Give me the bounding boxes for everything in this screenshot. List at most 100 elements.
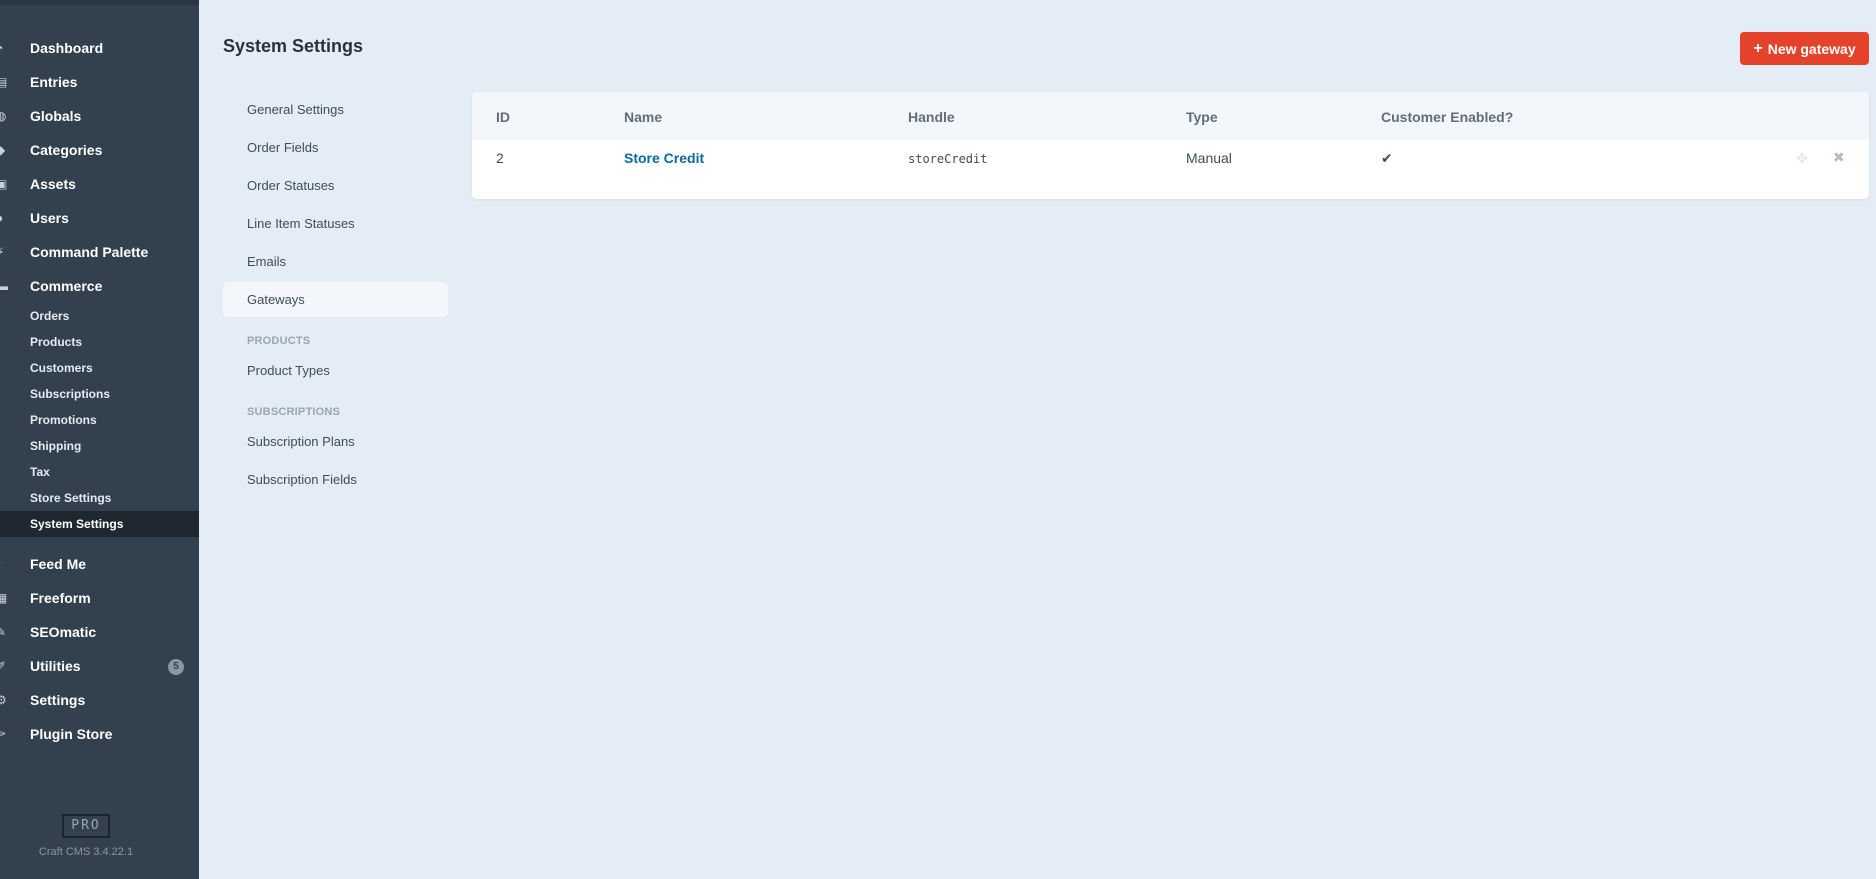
nav-item-globals[interactable]: ◍ Globals (0, 99, 199, 133)
nav-item-command-palette[interactable]: ⚡ Command Palette (0, 235, 199, 269)
nav-label: Feed Me (30, 556, 87, 572)
nav-label: Assets (30, 176, 76, 192)
nav-label: Command Palette (30, 244, 149, 260)
settings-link-label: Order Fields (247, 140, 319, 155)
nav-item-assets[interactable]: ▣ Assets (0, 167, 199, 201)
subnav-item-shipping[interactable]: Shipping (0, 433, 199, 459)
settings-link-order-statuses[interactable]: Order Statuses (223, 168, 448, 203)
nav-item-feed-me[interactable]: ◐ Feed Me (0, 547, 199, 581)
command-icon: ⚡ (0, 245, 5, 259)
nav-item-dashboard[interactable]: ◔ Dashboard (0, 31, 199, 65)
subnav-label: Tax (30, 465, 50, 479)
nav-label: Globals (30, 108, 82, 124)
nav-label: Categories (30, 142, 103, 158)
gateway-id: 2 (496, 150, 504, 166)
wrench-icon: ✐ (0, 659, 7, 673)
settings-heading-products: PRODUCTS (247, 335, 311, 347)
column-header-id[interactable]: ID (496, 109, 510, 125)
subnav-item-promotions[interactable]: Promotions (0, 407, 199, 433)
nav-label: Commerce (30, 278, 103, 294)
nav-label: Freeform (30, 590, 91, 606)
nav-label: Settings (30, 692, 86, 708)
settings-link-label: Subscription Plans (247, 434, 355, 449)
settings-link-order-fields[interactable]: Order Fields (223, 130, 448, 165)
nav-item-commerce[interactable]: ▬ Commerce (0, 269, 199, 303)
nav-label: Users (30, 210, 69, 226)
settings-link-subscription-plans[interactable]: Subscription Plans (223, 424, 448, 459)
nav-label: Utilities (30, 658, 81, 674)
column-header-customer-enabled[interactable]: Customer Enabled? (1381, 109, 1513, 125)
sidebar: ◔ Dashboard ▤ Entries ◍ Globals ◆ Catego… (0, 0, 199, 879)
subnav-item-tax[interactable]: Tax (0, 459, 199, 485)
seo-icon: ✎ (0, 625, 7, 639)
settings-link-label: Line Item Statuses (247, 216, 355, 231)
settings-link-line-item-statuses[interactable]: Line Item Statuses (223, 206, 448, 241)
column-header-type[interactable]: Type (1186, 109, 1218, 125)
gear-icon: ⚙ (0, 693, 7, 707)
settings-link-general[interactable]: General Settings (223, 92, 448, 127)
nav-item-freeform[interactable]: ▦ Freeform (0, 581, 199, 615)
categories-icon: ◆ (0, 143, 6, 157)
sidebar-top-bar (0, 0, 199, 5)
nav-item-users[interactable]: ● Users (0, 201, 199, 235)
edition-badge: PRO (62, 814, 110, 838)
gateway-type: Manual (1186, 150, 1232, 166)
plus-icon: + (1753, 39, 1763, 57)
gateways-table: ID Name Handle Type Customer Enabled? 2 … (472, 92, 1869, 199)
column-header-handle[interactable]: Handle (908, 109, 955, 125)
column-header-name[interactable]: Name (624, 109, 662, 125)
nav-label: Entries (30, 74, 78, 90)
nav-item-utilities[interactable]: ✐ Utilities 5 (0, 649, 199, 683)
subnav-label: Customers (30, 361, 93, 375)
subnav-label: Promotions (30, 413, 97, 427)
nav-item-entries[interactable]: ▤ Entries (0, 65, 199, 99)
nav-item-categories[interactable]: ◆ Categories (0, 133, 199, 167)
settings-link-emails[interactable]: Emails (223, 244, 448, 279)
nav-label: Plugin Store (30, 726, 113, 742)
subnav-label: System Settings (30, 517, 124, 531)
settings-link-label: Product Types (247, 363, 330, 378)
delete-icon[interactable]: ✖ (1833, 149, 1845, 166)
table-header: ID Name Handle Type Customer Enabled? (472, 92, 1869, 140)
nav-item-settings[interactable]: ⚙ Settings (0, 683, 199, 717)
users-icon: ● (0, 211, 8, 225)
subnav-label: Subscriptions (30, 387, 111, 401)
settings-link-label: Emails (247, 254, 287, 269)
entries-icon: ▤ (0, 75, 8, 89)
globe-icon: ◍ (0, 109, 7, 123)
new-gateway-button[interactable]: + New gateway (1740, 32, 1869, 65)
settings-link-label: General Settings (247, 102, 344, 117)
settings-link-label: Subscription Fields (247, 472, 357, 487)
image-icon: ▣ (0, 177, 8, 191)
new-gateway-label: New gateway (1767, 40, 1856, 57)
settings-link-gateways[interactable]: Gateways (223, 282, 448, 317)
subnav-item-system-settings[interactable]: System Settings (0, 511, 199, 537)
form-icon: ▦ (0, 591, 8, 605)
nav-label: Dashboard (30, 40, 104, 56)
plug-icon: ✑ (0, 727, 7, 741)
nav-label: SEOmatic (30, 624, 97, 640)
subnav-item-products[interactable]: Products (0, 329, 199, 355)
dashboard-icon: ◔ (0, 41, 8, 55)
version-text: Craft CMS 3.4.22.1 (38, 846, 134, 858)
move-icon[interactable]: ✥ (1796, 150, 1808, 167)
gateway-name-link[interactable]: Store Credit (624, 150, 704, 166)
settings-link-product-types[interactable]: Product Types (223, 353, 448, 388)
settings-link-label: Gateways (247, 292, 305, 307)
settings-link-label: Order Statuses (247, 178, 335, 193)
nav-item-seomatic[interactable]: ✎ SEOmatic (0, 615, 199, 649)
subnav-item-subscriptions[interactable]: Subscriptions (0, 381, 199, 407)
subnav-item-orders[interactable]: Orders (0, 303, 199, 329)
subnav-item-customers[interactable]: Customers (0, 355, 199, 381)
commerce-icon: ▬ (0, 279, 8, 293)
settings-link-subscription-fields[interactable]: Subscription Fields (223, 462, 448, 497)
utilities-count-badge: 5 (168, 659, 184, 675)
gateway-handle: storeCredit (908, 152, 988, 166)
subnav-label: Store Settings (30, 491, 112, 505)
nav-item-plugin-store[interactable]: ✑ Plugin Store (0, 717, 199, 751)
page-title: System Settings (223, 36, 364, 56)
settings-heading-subscriptions: SUBSCRIPTIONS (247, 406, 341, 418)
subnav-label: Orders (30, 309, 70, 323)
subnav-item-store-settings[interactable]: Store Settings (0, 485, 199, 511)
checkmark-icon: ✔ (1381, 150, 1393, 166)
